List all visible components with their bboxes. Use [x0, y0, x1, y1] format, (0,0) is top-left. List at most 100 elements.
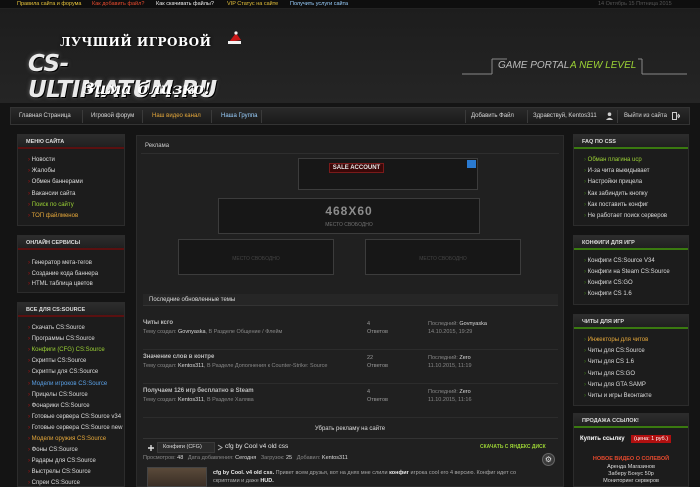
menu-item[interactable]: › Новости — [28, 157, 55, 163]
new-video-link[interactable]: НОВОЕ ВИДЕО О СОЛЕВОЙ — [574, 456, 688, 462]
menu-item[interactable]: › Жалобы — [28, 168, 55, 174]
cs-source-item[interactable]: › Прицелы CS:Source — [28, 392, 88, 398]
topic-title[interactable]: Значение слов в контре — [143, 354, 214, 360]
cs-source-item[interactable]: › Фоны CS:Source — [28, 447, 78, 453]
top-link-services[interactable]: Получить услуги сайта — [290, 1, 348, 7]
cheat-item-label: Читы для GTA SAMP — [587, 381, 646, 388]
faq-item[interactable]: › Настройки прицела — [584, 179, 642, 185]
cs-source-item-label: Конфиги (CFG) CS:Source — [31, 347, 105, 354]
cs-source-item[interactable]: › Скрипты CS:Source — [28, 358, 86, 364]
menu-item[interactable]: › ТОП файлменов — [28, 213, 78, 219]
faq-item-label: Обман плагина ucp — [587, 157, 642, 163]
cs-source-item[interactable]: › Модели игроков CS:Source — [28, 381, 107, 387]
cs-source-title: ВСЕ ДЛЯ CS:SOURCE — [26, 307, 86, 313]
service-item[interactable]: › Генератор мета-тегов — [28, 260, 92, 266]
sale-link[interactable]: Заберу Бонус 50р — [574, 471, 688, 477]
cs-source-item[interactable]: › Выстрелы CS:Source — [28, 469, 91, 475]
configs-box: КОНФИГИ ДЛЯ ИГР › Конфиги CS:Source V34 ›… — [573, 235, 689, 305]
config-item[interactable]: › Конфиги CS 1.6 — [584, 291, 632, 297]
cs-source-item[interactable]: › Спреи CS:Source — [28, 480, 80, 486]
cs-source-item[interactable]: › Скрипты для CS:Source — [28, 369, 98, 375]
faq-item[interactable]: › Обман плагина ucp — [584, 157, 642, 163]
cheat-item[interactable]: › Инжекторы для читов — [584, 337, 648, 343]
cheat-item[interactable]: › Читы и игры Вконтакте — [584, 393, 652, 399]
config-item[interactable]: › Конфиги на Steam CS:Source — [584, 269, 670, 275]
config-item[interactable]: › Конфиги CS:GO — [584, 280, 633, 286]
menu-item-label: Жалобы — [31, 168, 56, 175]
logout-link[interactable]: Выйти из сайта — [624, 113, 667, 119]
ad-slot-468x60[interactable]: 468X60 МЕСТО СВОБОДНО — [218, 198, 480, 234]
cheat-item[interactable]: › Читы для GTA SAMP — [584, 382, 646, 388]
faq-item[interactable]: › Как поставить конфиг — [584, 202, 648, 208]
menu-item[interactable]: › Вакансии сайта — [28, 191, 76, 197]
service-item-label: Создание кода баннера — [31, 270, 99, 277]
menu-item[interactable]: › Обмен баннерами — [28, 179, 83, 185]
cs-source-item[interactable]: › Готовые сервера CS:Source new — [28, 425, 122, 431]
menu-box: МЕНЮ САЙТА › Новости › Жалобы › Обмен банн… — [17, 134, 125, 226]
faq-item-label: Как поставить конфиг — [587, 201, 649, 208]
cs-source-item-label: Радары для CS:Source — [31, 458, 96, 465]
cs-source-item[interactable]: › Модели оружия CS:Source — [28, 436, 106, 442]
sale-link[interactable]: Мониторинг серверов — [574, 478, 688, 484]
top-link-download-help[interactable]: Как скачивать файлы? — [156, 1, 214, 7]
faq-item-label: И-за чита выкидывает — [587, 168, 650, 175]
cs-source-item[interactable]: › Готовые сервера CS:Source v34 — [28, 414, 121, 420]
buy-link-button[interactable]: Купить ссылку — [580, 436, 625, 442]
cheat-item[interactable]: › Читы для CS 1.6 — [584, 359, 634, 365]
expand-icon[interactable] — [147, 444, 155, 452]
nav-item-home[interactable]: Главная Страница — [19, 113, 71, 119]
settings-gear-icon[interactable]: ⚙ — [542, 453, 555, 466]
topic-title[interactable]: Получаем 126 игр бесплатно в Steam — [143, 388, 254, 394]
configs-title: КОНФИГИ ДЛЯ ИГР — [582, 240, 635, 246]
hide-ads-link[interactable]: Убрать рекламу на сайте — [137, 426, 563, 432]
logout-icon[interactable] — [672, 112, 680, 120]
ad-banner-sale-account[interactable]: SALE ACCOUNT — [298, 158, 478, 190]
topic-title[interactable]: Читы ксго — [143, 320, 173, 326]
menu-item[interactable]: › Поиск по сайту — [28, 202, 74, 208]
top-bar: Правила сайта и форума Как добавить файл… — [0, 0, 700, 9]
site-logo[interactable]: ЛУЧШИЙ ИГРОВОЙ CS-ULTIMATUM.RU Зима близ… — [28, 31, 256, 105]
cheat-item[interactable]: › Читы для CS:GO — [584, 371, 635, 377]
ad-slot-left[interactable]: МЕСТО СВОБОДНО — [178, 239, 334, 275]
faq-title: FAQ ПО CSS — [582, 139, 616, 145]
cs-source-item[interactable]: › Программы CS:Source — [28, 336, 95, 342]
sale-link[interactable]: Аренда Магазинов — [574, 464, 688, 470]
cs-source-item[interactable]: › Радары для CS:Source — [28, 458, 96, 464]
cheats-title: ЧИТЫ ДЛЯ ИГР — [582, 319, 625, 325]
service-item[interactable]: › Создание кода баннера — [28, 271, 98, 277]
buy-link-price[interactable]: (цена: 1 руб.) — [631, 435, 672, 443]
menu-item-label: Новости — [31, 157, 55, 163]
service-item[interactable]: › HTML таблица цветов — [28, 281, 93, 287]
main-navbar: Главная Страница Игровой форум Наш видео… — [10, 107, 690, 125]
topic-row[interactable]: Значение слов в контре Тему создал: Kent… — [143, 350, 558, 384]
cs-source-item-label: Модели оружия CS:Source — [31, 436, 107, 442]
ad-info-icon[interactable] — [467, 160, 476, 168]
nav-item-group[interactable]: Наша Группа — [221, 113, 258, 119]
file-thumbnail[interactable] — [147, 467, 207, 487]
portal-left-text: GAME PORTAL — [498, 60, 570, 71]
nav-item-video[interactable]: Наш видео канал — [152, 113, 201, 119]
ad-slot-size: 468X60 — [325, 204, 373, 218]
cheat-item-label: Читы для CS:Source — [587, 348, 645, 355]
faq-item[interactable]: › Как забиндить кнопку — [584, 191, 648, 197]
yandex-download-link[interactable]: СКАЧАТЬ С ЯНДЕКС ДИСК — [480, 444, 546, 450]
cs-source-item[interactable]: › Конфиги (CFG) CS:Source — [28, 347, 105, 353]
faq-item[interactable]: › Не работает поиск серверов — [584, 213, 667, 219]
file-meta: Просмотров: 48 Дата добавления: Сегодня … — [143, 455, 348, 461]
top-link-add-file[interactable]: Как добавить файл? — [92, 1, 144, 7]
ad-slot-right[interactable]: МЕСТО СВОБОДНО — [365, 239, 521, 275]
topic-row[interactable]: Читы ксго Тему создал: Govnyaska, В Разд… — [143, 316, 558, 350]
cs-source-item[interactable]: › Фонарики CS:Source — [28, 403, 90, 409]
cs-source-item[interactable]: › Скачать CS:Source — [28, 325, 85, 331]
top-link-vip[interactable]: VIP Статус на сайте — [227, 1, 278, 7]
file-title[interactable]: cfg by Cool v4 old css — [225, 443, 288, 450]
cheat-item[interactable]: › Читы для CS:Source — [584, 348, 645, 354]
faq-item[interactable]: › И-за чита выкидывает — [584, 168, 650, 174]
topic-row[interactable]: Получаем 126 игр бесплатно в Steam Тему … — [143, 384, 558, 418]
top-link-rules[interactable]: Правила сайта и форума — [17, 1, 82, 7]
file-category[interactable]: Конфиги (CFG) — [157, 442, 215, 453]
config-item[interactable]: › Конфиги CS:Source V34 — [584, 258, 655, 264]
greeting-text[interactable]: Здравствуй, Kentos311 — [533, 113, 597, 119]
add-file-link[interactable]: Добавить Файл — [471, 113, 514, 119]
nav-item-forum[interactable]: Игровой форум — [91, 113, 134, 119]
